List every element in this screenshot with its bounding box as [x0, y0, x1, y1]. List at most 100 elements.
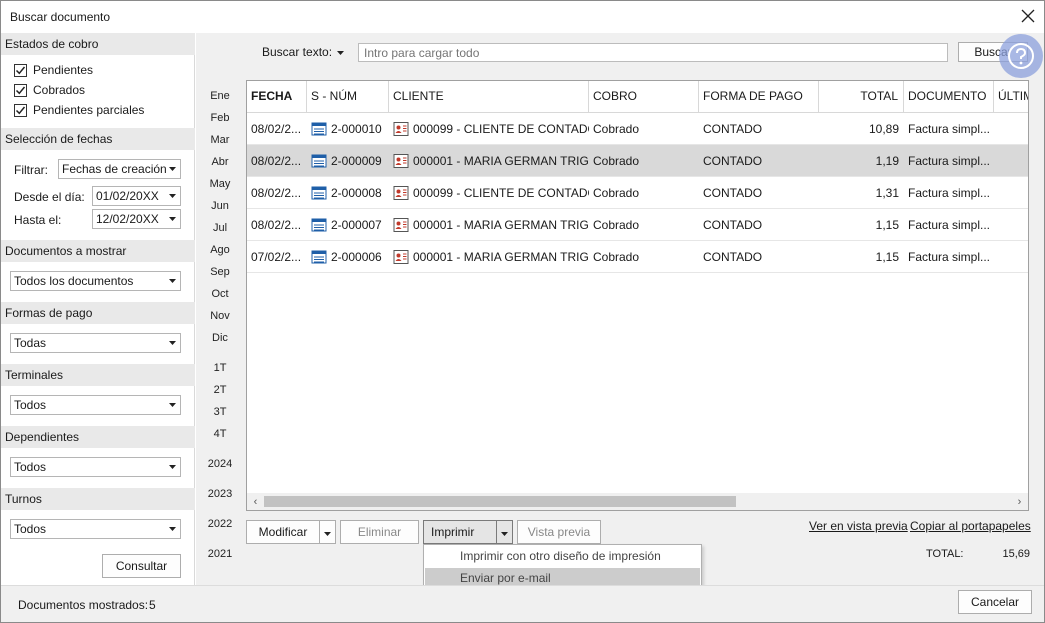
- cell-forma: CONTADO: [699, 241, 819, 273]
- cell-cliente: 000001 - MARIA GERMAN TRIG...: [389, 145, 589, 177]
- cell-cliente: 000001 - MARIA GERMAN TRIG...: [389, 209, 589, 241]
- quarter-selector-0[interactable]: 1T: [196, 362, 244, 374]
- table-row[interactable]: 08/02/2... 2-000008 000099 - CLIENTE DE CO…: [247, 177, 1028, 209]
- documents-table: FECHA S - NÚM CLIENTE COBRO FORMA DE PAG…: [246, 80, 1029, 511]
- table-row[interactable]: 08/02/2... 2-000007 000001 - MARIA GERMAN …: [247, 209, 1028, 241]
- turnos-select[interactable]: Todos: [10, 519, 181, 539]
- checkbox-box: [14, 63, 27, 77]
- column-header-total[interactable]: TOTAL: [819, 81, 904, 112]
- imprimir-button[interactable]: Imprimir: [423, 520, 497, 544]
- month-selector-5[interactable]: Jun: [196, 200, 244, 212]
- filter-panel: Estados de cobro Pendientes Cobrados Pen…: [1, 33, 195, 585]
- modificar-button[interactable]: Modificar: [246, 520, 320, 544]
- cell-documento: Factura simpl...: [904, 113, 994, 145]
- month-selector-7[interactable]: Ago: [196, 244, 244, 256]
- cell-cliente: 000099 - CLIENTE DE CONTADO: [389, 177, 589, 209]
- dropdown-arrow-icon: [337, 51, 344, 55]
- month-selector-3[interactable]: Abr: [196, 156, 244, 168]
- scroll-right-icon[interactable]: ›: [1011, 493, 1028, 510]
- vista-previa-button[interactable]: Vista previa: [517, 520, 601, 544]
- column-header-cobro[interactable]: COBRO: [589, 81, 699, 112]
- column-header-documento[interactable]: DOCUMENTO: [904, 81, 994, 112]
- consultar-button[interactable]: Consultar: [102, 554, 181, 578]
- documentos-select[interactable]: Todos los documentos: [10, 271, 181, 291]
- cell-text: 1,15: [875, 218, 899, 232]
- filtrar-select[interactable]: Fechas de creación: [58, 159, 181, 179]
- help-button[interactable]: [999, 34, 1043, 78]
- search-options-dropdown[interactable]: [337, 44, 344, 58]
- checkbox-pendientes-parciales[interactable]: Pendientes parciales: [14, 103, 144, 117]
- imprimir-dropdown-button[interactable]: [496, 520, 513, 544]
- dropdown-arrow-icon: [164, 458, 180, 476]
- year-selector-3[interactable]: 2021: [196, 548, 244, 560]
- client-card-icon: [393, 153, 409, 168]
- month-selector-10[interactable]: Nov: [196, 310, 244, 322]
- column-header-cliente[interactable]: CLIENTE: [389, 81, 589, 112]
- cell-documento: Factura simpl...: [904, 145, 994, 177]
- month-selector-4[interactable]: May: [196, 178, 244, 190]
- quarter-selector-2[interactable]: 3T: [196, 406, 244, 418]
- cell-text: 1,31: [875, 186, 899, 200]
- total-label: TOTAL:: [926, 548, 964, 560]
- dropdown-arrow-icon: [164, 334, 180, 352]
- quarter-selector-1[interactable]: 2T: [196, 384, 244, 396]
- month-selector-11[interactable]: Dic: [196, 332, 244, 344]
- checkbox-cobrados[interactable]: Cobrados: [14, 83, 85, 97]
- month-selector-9[interactable]: Oct: [196, 288, 244, 300]
- terminales-select[interactable]: Todos: [10, 395, 181, 415]
- close-icon: [1021, 9, 1035, 23]
- cell-num: 2-000008: [307, 177, 389, 209]
- document-list-icon: [311, 154, 327, 168]
- cell-num: 2-000009: [307, 145, 389, 177]
- dependientes-select[interactable]: Todos: [10, 457, 181, 477]
- cell-text: CONTADO: [703, 154, 763, 168]
- cell-text: 08/02/2...: [251, 122, 302, 136]
- table-row[interactable]: 08/02/2... 2-000010 000099 - CLIENTE DE CO…: [247, 113, 1028, 145]
- document-list-icon: [311, 186, 327, 200]
- scrollbar-thumb[interactable]: [264, 496, 736, 507]
- month-selector-0[interactable]: Ene: [196, 90, 244, 102]
- month-selector-6[interactable]: Jul: [196, 222, 244, 234]
- print-menu: Imprimir con otro diseño de impresión En…: [423, 544, 702, 590]
- cell-text: 1,15: [875, 250, 899, 264]
- month-selector-8[interactable]: Sep: [196, 266, 244, 278]
- desde-date-picker[interactable]: 01/02/20XX: [92, 186, 181, 206]
- menu-item-imprimir-otro-diseno[interactable]: Imprimir con otro diseño de impresión: [425, 546, 700, 567]
- checkbox-pendientes[interactable]: Pendientes: [14, 63, 93, 77]
- section-seleccion-fechas: Selección de fechas: [1, 128, 195, 150]
- column-header-ultimo[interactable]: ÚLTIM: [994, 81, 1028, 112]
- search-input[interactable]: [358, 43, 948, 62]
- quarter-selector-3[interactable]: 4T: [196, 428, 244, 440]
- scroll-left-icon[interactable]: ‹: [247, 493, 264, 510]
- dropdown-arrow-icon: [324, 532, 331, 536]
- cell-forma: CONTADO: [699, 113, 819, 145]
- horizontal-scrollbar[interactable]: ‹ ›: [247, 493, 1028, 510]
- close-button[interactable]: [1012, 1, 1044, 31]
- formas-pago-value: Todas: [14, 336, 47, 350]
- dialog-window: Buscar documento Estados de cobro Pendie…: [0, 0, 1045, 623]
- year-selector-1[interactable]: 2023: [196, 488, 244, 500]
- column-header-forma-pago[interactable]: FORMA DE PAGO: [699, 81, 819, 112]
- month-selector-2[interactable]: Mar: [196, 134, 244, 146]
- year-selector-0[interactable]: 2024: [196, 458, 244, 470]
- table-row[interactable]: 08/02/2... 2-000009 000001 - MARIA GERMAN …: [247, 145, 1028, 177]
- cell-text: 000001 - MARIA GERMAN TRIG...: [413, 250, 589, 264]
- month-selector-1[interactable]: Feb: [196, 112, 244, 124]
- ver-vista-previa-link[interactable]: Ver en vista previa: [809, 519, 908, 533]
- modificar-dropdown-button[interactable]: [319, 520, 336, 544]
- eliminar-button[interactable]: Eliminar: [340, 520, 419, 544]
- formas-pago-select[interactable]: Todas: [10, 333, 181, 353]
- hasta-date-picker[interactable]: 12/02/20XX: [92, 209, 181, 229]
- column-header-num[interactable]: S - NÚM: [307, 81, 389, 112]
- cell-text: Factura simpl...: [908, 122, 991, 136]
- year-selector-2[interactable]: 2022: [196, 518, 244, 530]
- cell-forma: CONTADO: [699, 209, 819, 241]
- client-card-icon: [393, 185, 409, 200]
- documentos-mostrados-label: Documentos mostrados:: [18, 598, 149, 612]
- cell-text: 000099 - CLIENTE DE CONTADO: [413, 122, 589, 136]
- cancelar-button[interactable]: Cancelar: [958, 590, 1032, 614]
- copiar-portapapeles-link[interactable]: Copiar al portapapeles: [910, 519, 1031, 533]
- cell-cobro: Cobrado: [589, 113, 699, 145]
- table-row[interactable]: 07/02/2... 2-000006 000001 - MARIA GERMAN …: [247, 241, 1028, 273]
- column-header-fecha[interactable]: FECHA: [247, 81, 307, 112]
